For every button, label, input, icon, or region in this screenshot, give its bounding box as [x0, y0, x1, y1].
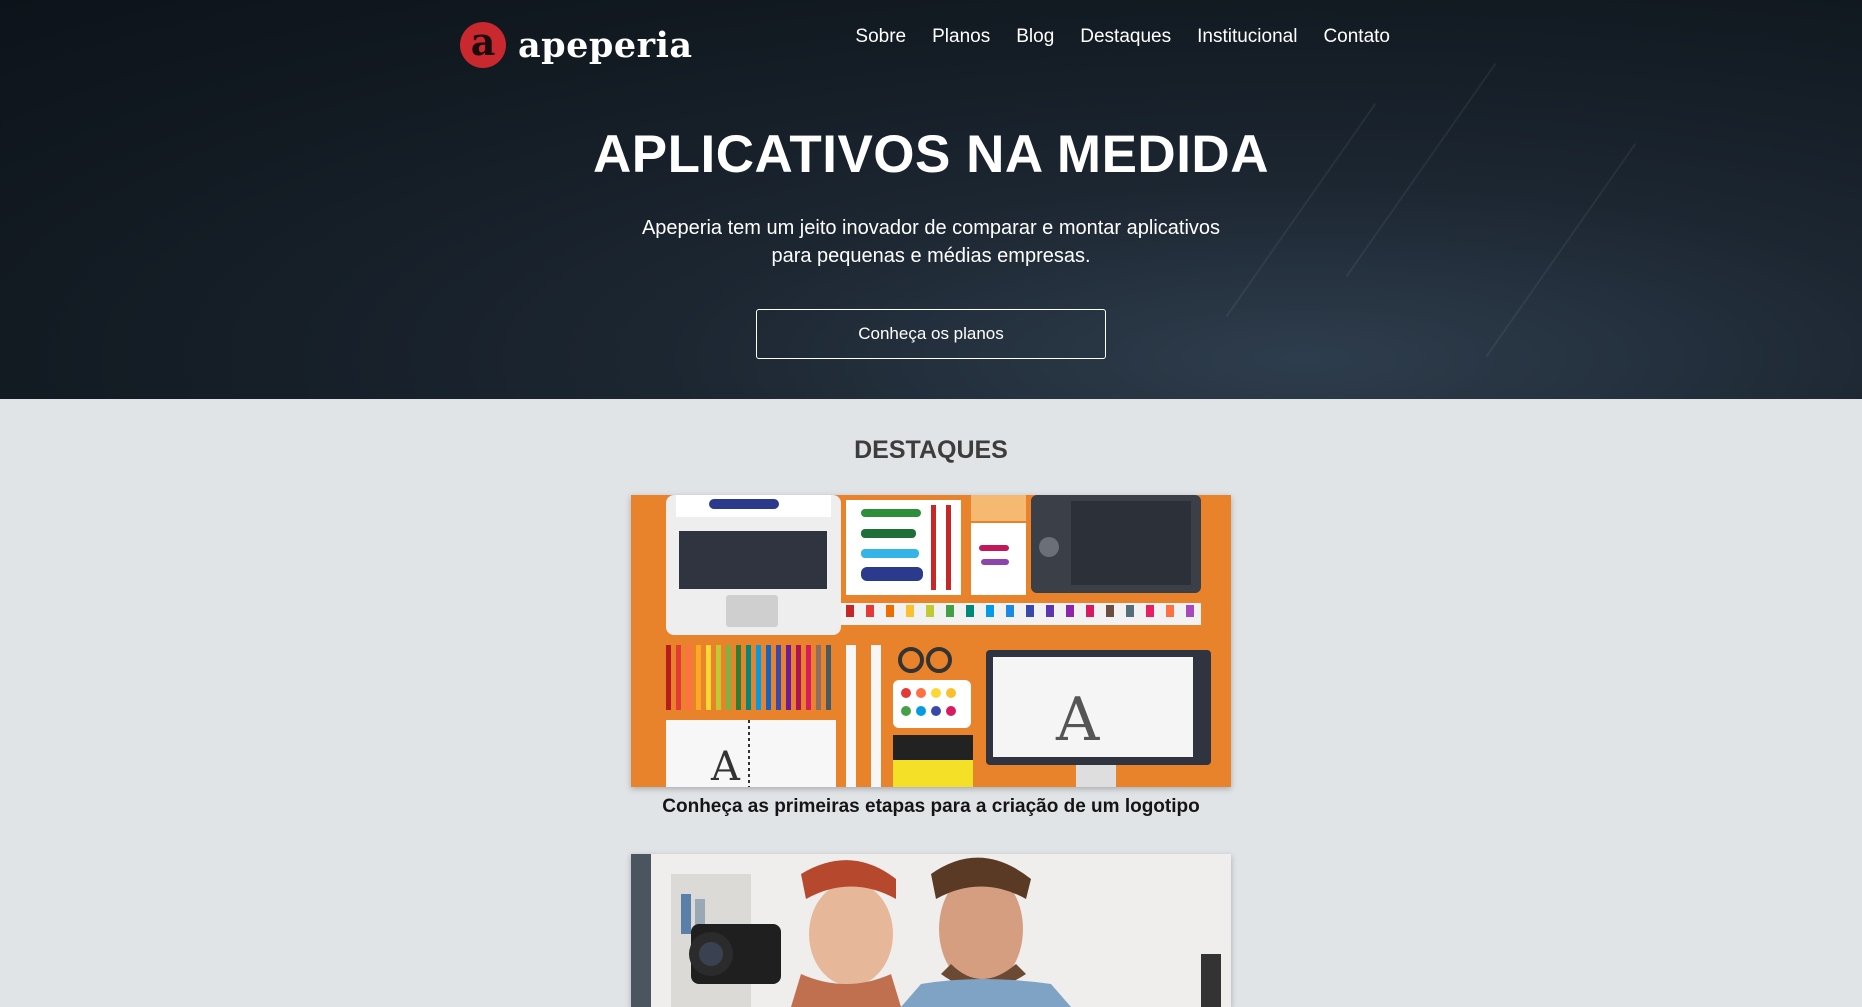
nav-link-destaques[interactable]: Destaques [1080, 26, 1171, 48]
svg-text:A: A [710, 744, 741, 787]
post-image-logo-design[interactable]: A A [631, 495, 1231, 787]
highlights-title: DESTAQUES [854, 436, 1008, 464]
photographers-photo [631, 854, 1231, 1007]
hero-subtitle: Apeperia tem um jeito inovador de compar… [641, 217, 1221, 267]
hero-section: a apeperia Sobre Planos Blog Destaques I… [0, 0, 1862, 399]
brand-logo[interactable]: a apeperia [460, 22, 693, 68]
colored-pencils [666, 645, 831, 710]
post-image-photographers[interactable] [631, 854, 1231, 1007]
nav-link-contato[interactable]: Contato [1323, 26, 1390, 48]
plans-cta-button[interactable]: Conheça os planos [756, 309, 1106, 359]
logo-mark-icon: a [460, 22, 506, 68]
paint-tubes [841, 603, 1201, 625]
nav-link-blog[interactable]: Blog [1016, 26, 1054, 48]
svg-text:A: A [1055, 685, 1100, 755]
designer-desk-illustration: A A [631, 495, 1231, 787]
nav-link-institucional[interactable]: Institucional [1197, 26, 1297, 48]
main-nav: Sobre Planos Blog Destaques Instituciona… [855, 26, 1390, 48]
hero-title: APLICATIVOS NA MEDIDA [593, 125, 1269, 184]
brand-name: apeperia [518, 24, 693, 66]
nav-link-planos[interactable]: Planos [932, 26, 990, 48]
post-caption-logo-design[interactable]: Conheça as primeiras etapas para a criaç… [0, 796, 1862, 818]
nav-link-sobre[interactable]: Sobre [855, 26, 906, 48]
